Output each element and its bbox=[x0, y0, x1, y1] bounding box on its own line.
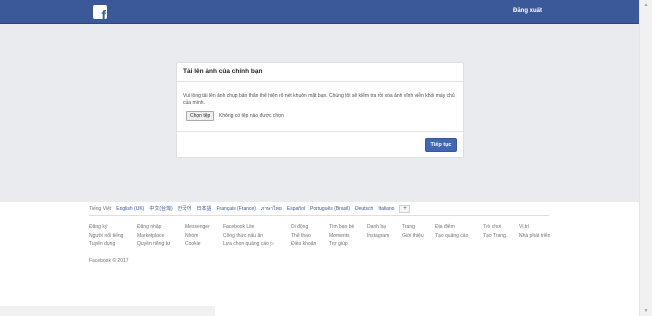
more-languages-button[interactable]: + bbox=[399, 204, 411, 213]
footer-link-column: Vị trí Nhà phát triển bbox=[519, 224, 550, 239]
footer-link[interactable]: Đăng nhập bbox=[137, 224, 170, 230]
upload-photo-card: Tải lên ảnh của chính bạn Vui lòng tải l… bbox=[176, 62, 464, 158]
footer-link[interactable]: Điều khoản bbox=[291, 241, 316, 247]
footer-link[interactable]: Công thức nấu ăn bbox=[223, 233, 274, 239]
footer-link[interactable]: Facebook Lite bbox=[223, 224, 274, 230]
footer-link-column: Danh bạ Instagram bbox=[367, 224, 389, 239]
footer-link[interactable]: Moments bbox=[329, 233, 354, 239]
card-title: Tải lên ảnh của chính bạn bbox=[183, 68, 263, 75]
footer-link[interactable]: Trợ giúp bbox=[329, 241, 354, 247]
footer-link[interactable]: Di động bbox=[291, 224, 316, 230]
continue-button[interactable]: Tiếp tục bbox=[425, 138, 457, 152]
language-item[interactable]: 日本語 bbox=[196, 205, 211, 212]
scroll-down-arrow-icon[interactable]: ▼ bbox=[640, 308, 652, 314]
card-footer-divider bbox=[177, 131, 463, 132]
footer-link[interactable]: Danh bạ bbox=[367, 224, 389, 230]
footer-link[interactable]: Cookie bbox=[185, 241, 210, 247]
footer-link[interactable]: Giới thiệu bbox=[402, 233, 424, 239]
card-divider bbox=[177, 81, 463, 82]
language-item[interactable]: 한국어 bbox=[178, 205, 192, 212]
language-item[interactable]: Italiano bbox=[378, 206, 394, 212]
file-status-text: Không có tệp nào được chọn bbox=[219, 113, 284, 119]
language-item[interactable]: Français (France) bbox=[217, 206, 256, 212]
copyright-text: Facebook © 2017 bbox=[89, 258, 129, 264]
choose-file-button[interactable]: Chọn tệp bbox=[186, 111, 215, 121]
card-description: Vui lòng tải lên ảnh chụp bản thân thể h… bbox=[183, 93, 455, 106]
footer-link-column: Di động Thể thao Điều khoản bbox=[291, 224, 316, 247]
footer-link[interactable]: Trang bbox=[402, 224, 424, 230]
facebook-logo-icon[interactable]: f bbox=[93, 5, 107, 19]
footer-link-column: Trang Giới thiệu bbox=[402, 224, 424, 239]
page-footer: Tiếng Việt English (UK) 中文(台灣) 한국어 日本語 F… bbox=[89, 204, 550, 264]
footer-link[interactable]: Tạo quảng cáo bbox=[435, 233, 468, 239]
language-item[interactable]: 中文(台灣) bbox=[149, 205, 172, 212]
top-navigation-bar: f Đăng xuất bbox=[0, 0, 639, 24]
footer-link[interactable]: Tạo Trang bbox=[483, 233, 506, 239]
logo-letter: f bbox=[101, 7, 106, 19]
footer-link[interactable]: Người nổi tiếng bbox=[89, 233, 123, 239]
footer-link-column: Messenger Nhóm Cookie bbox=[185, 224, 210, 247]
vertical-scrollbar[interactable]: ▲ ▼ bbox=[639, 0, 652, 316]
footer-link[interactable]: Vị trí bbox=[519, 224, 550, 230]
horizontal-scrollbar[interactable] bbox=[0, 306, 215, 316]
footer-link[interactable]: Đăng ký bbox=[89, 224, 123, 230]
footer-link-column: Địa điểm Tạo quảng cáo bbox=[435, 224, 468, 239]
language-item[interactable]: English (UK) bbox=[116, 206, 144, 212]
language-item[interactable]: Deutsch bbox=[355, 206, 373, 212]
footer-link[interactable]: Messenger bbox=[185, 224, 210, 230]
scroll-up-arrow-icon[interactable]: ▲ bbox=[640, 2, 652, 8]
language-item[interactable]: Español bbox=[287, 206, 305, 212]
footer-link-column: Trò chơi Tạo Trang bbox=[483, 224, 506, 239]
footer-link[interactable]: Instagram bbox=[367, 233, 389, 239]
footer-link[interactable]: Quyền riêng tư bbox=[137, 241, 170, 247]
footer-link[interactable]: Địa điểm bbox=[435, 224, 468, 230]
footer-link[interactable]: Trò chơi bbox=[483, 224, 506, 230]
footer-link[interactable]: Marketplace bbox=[137, 233, 170, 239]
footer-link[interactable]: Thể thao bbox=[291, 233, 316, 239]
footer-link[interactable]: Tuyển dụng bbox=[89, 241, 123, 247]
footer-link-column: Đăng nhập Marketplace Quyền riêng tư bbox=[137, 224, 170, 247]
language-item: Tiếng Việt bbox=[89, 205, 112, 212]
logout-link[interactable]: Đăng xuất bbox=[513, 8, 542, 14]
footer-link-column: Tìm bạn bè Moments Trợ giúp bbox=[329, 224, 354, 247]
footer-link-column: Facebook Lite Công thức nấu ăn Lựa chọn … bbox=[223, 224, 274, 247]
footer-link[interactable]: Tìm bạn bè bbox=[329, 224, 354, 230]
footer-link[interactable]: Nhóm bbox=[185, 233, 210, 239]
footer-link[interactable]: Lựa chọn quảng cáo ▷ bbox=[223, 241, 274, 247]
language-item[interactable]: ภาษาไทย bbox=[261, 205, 282, 213]
footer-link-column: Đăng ký Người nổi tiếng Tuyển dụng bbox=[89, 224, 123, 247]
language-item[interactable]: Português (Brasil) bbox=[310, 206, 350, 212]
footer-links: Đăng ký Người nổi tiếng Tuyển dụng Đăng … bbox=[89, 224, 550, 254]
footer-link[interactable]: Nhà phát triển bbox=[519, 233, 550, 239]
language-list: Tiếng Việt English (UK) 中文(台灣) 한국어 日本語 F… bbox=[89, 204, 549, 216]
